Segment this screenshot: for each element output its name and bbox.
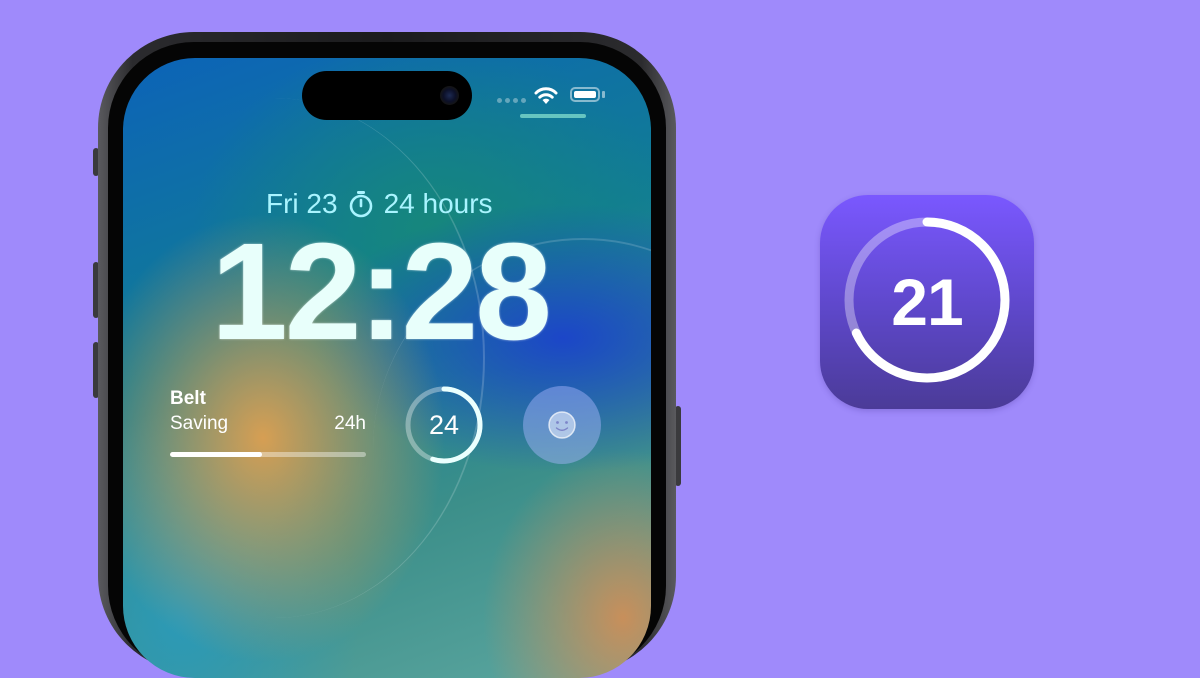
- notification-indicator: [520, 114, 586, 118]
- signal-icon: [497, 98, 527, 104]
- belt-title: Belt: [170, 388, 206, 409]
- battery-tip: [602, 91, 605, 98]
- face-widget[interactable]: [523, 386, 601, 464]
- dynamic-island: [302, 71, 472, 120]
- battery-icon: [570, 87, 600, 102]
- lock-clock: 12:28: [211, 215, 552, 369]
- smiley-icon: [548, 411, 576, 439]
- wifi-icon: [534, 87, 558, 104]
- belt-progress-fill: [170, 452, 263, 457]
- ring-widget[interactable]: 24: [404, 385, 484, 465]
- app-icon-number: 21: [891, 265, 963, 339]
- app-icon[interactable]: 21: [820, 195, 1034, 409]
- ring-value: 24: [428, 409, 460, 440]
- belt-widget[interactable]: Belt Saving 24h: [170, 388, 366, 457]
- timer-icon: [349, 191, 372, 218]
- camera-icon: [440, 86, 459, 105]
- belt-progress-bar: [170, 452, 366, 457]
- belt-duration: 24h: [334, 413, 366, 434]
- belt-subtitle: Saving: [170, 413, 229, 434]
